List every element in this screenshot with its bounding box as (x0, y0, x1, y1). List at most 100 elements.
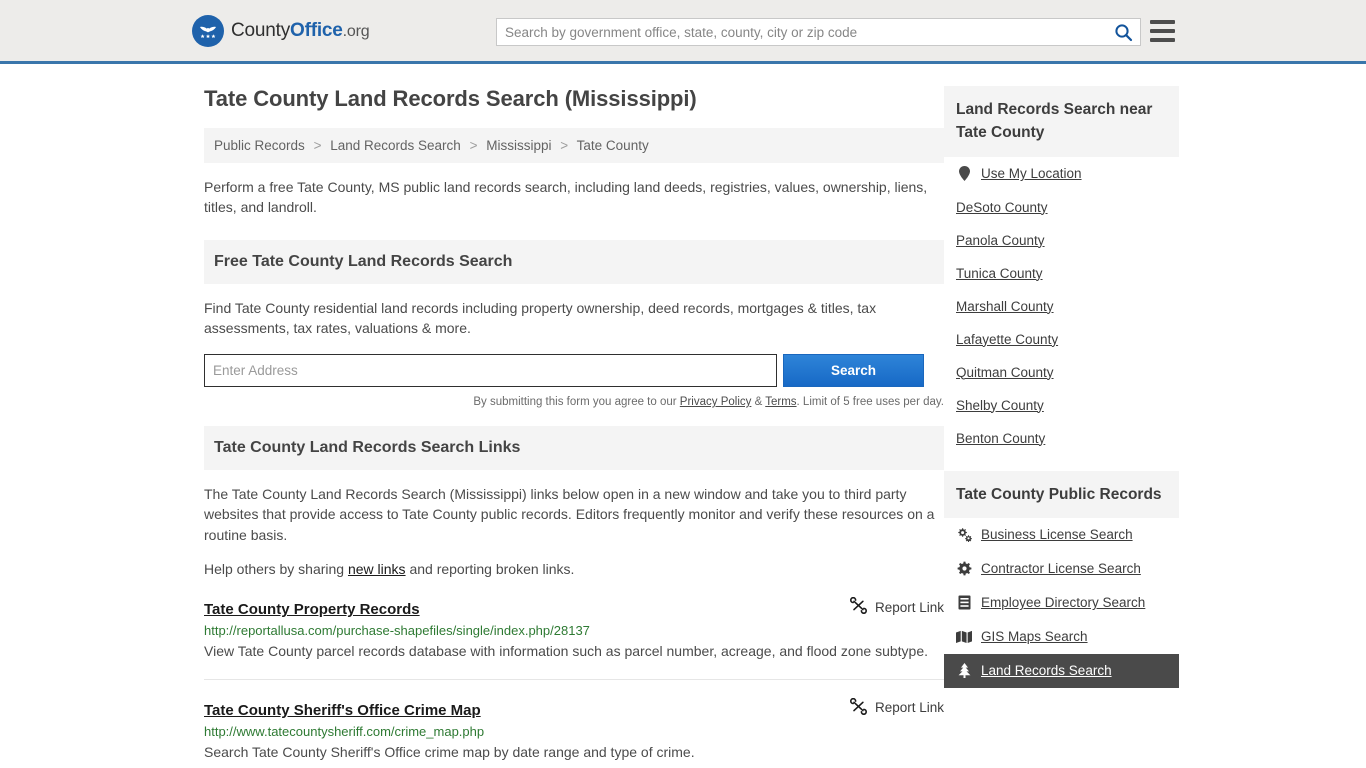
sidebar-item-label[interactable]: Employee Directory Search (981, 595, 1145, 610)
link-entry-description: View Tate County parcel records database… (204, 643, 929, 660)
sidebar-item-label[interactable]: Contractor License Search (981, 561, 1141, 576)
site-header: CountyOffice.org (0, 0, 1366, 64)
sidebar-item-label[interactable]: Benton County (956, 431, 1045, 446)
links-section-heading: Tate County Land Records Search Links (204, 426, 944, 471)
breadcrumb-item-land-records-search[interactable]: Land Records Search (330, 138, 461, 153)
eagle-shield-logo-icon (192, 14, 224, 47)
sidebar-item-lafayette-county[interactable]: Lafayette County (944, 323, 1179, 356)
sidebar-item-label[interactable]: Business License Search (981, 527, 1133, 542)
link-entry-title[interactable]: Tate County Property Records (204, 601, 420, 618)
list-card-icon (956, 595, 972, 611)
free-search-description: Find Tate County residential land record… (204, 299, 877, 336)
links-section-description: The Tate County Land Records Search (Mis… (204, 486, 935, 543)
sidebar-item-label[interactable]: Land Records Search (981, 663, 1112, 678)
sidebar-public-records-list: Business License Search Contractor Licen… (944, 518, 1179, 688)
logo-text-county: County (231, 19, 291, 41)
privacy-policy-link[interactable]: Privacy Policy (680, 396, 752, 408)
new-links-link[interactable]: new links (348, 561, 406, 577)
map-pin-icon (956, 166, 972, 182)
breadcrumb: Public Records > Land Records Search > M… (204, 128, 944, 163)
intro-paragraph: Perform a free Tate County, MS public la… (204, 179, 928, 216)
sidebar-item-label[interactable]: GIS Maps Search (981, 629, 1088, 644)
share-prefix: Help others by sharing (204, 561, 348, 578)
link-entry-url: http://reportallusa.com/purchase-shapefi… (204, 623, 590, 639)
logo-wordmark: CountyOffice.org (231, 19, 370, 42)
sidebar-item-label[interactable]: Panola County (956, 233, 1045, 248)
sidebar-item-label[interactable]: DeSoto County (956, 200, 1048, 215)
folded-map-icon (956, 629, 972, 645)
sidebar-item-desoto-county[interactable]: DeSoto County (944, 191, 1179, 224)
main-content: Tate County Land Records Search (Mississ… (204, 64, 944, 763)
disclaimer-amp: & (751, 396, 766, 409)
sidebar-item-benton-county[interactable]: Benton County (944, 422, 1179, 455)
sidebar-public-records-block: Tate County Public Records Business Lice… (944, 470, 1179, 688)
hamburger-bar (1150, 38, 1175, 42)
sidebar-item-label[interactable]: Use My Location (981, 166, 1082, 181)
report-link-button[interactable]: Report Link (849, 697, 944, 718)
logo-text-office: Office (290, 19, 343, 41)
sidebar-item-label[interactable]: Tunica County (956, 266, 1043, 281)
sidebar-item-gis-maps-search[interactable]: GIS Maps Search (944, 620, 1179, 654)
sidebar-item-employee-directory-search[interactable]: Employee Directory Search (944, 586, 1179, 620)
free-search-heading: Free Tate County Land Records Search (204, 239, 944, 284)
sidebar-item-contractor-license-search[interactable]: Contractor License Search (944, 552, 1179, 586)
breadcrumb-item-mississippi[interactable]: Mississippi (486, 138, 551, 153)
page-title: Tate County Land Records Search (Mississ… (204, 86, 697, 111)
report-link-button[interactable]: Report Link (849, 597, 944, 617)
global-search-bar[interactable] (496, 18, 1141, 46)
address-search-form: Search (204, 354, 944, 388)
broken-link-icon (849, 697, 867, 718)
link-entry-url: http://www.tatecountysheriff.com/crime_m… (204, 723, 485, 739)
disclaimer-suffix: . Limit of 5 free uses per day. (796, 396, 944, 409)
sidebar-item-quitman-county[interactable]: Quitman County (944, 356, 1179, 389)
terms-link[interactable]: Terms (765, 396, 796, 408)
sidebar: Land Records Search near Tate County Use… (944, 64, 1179, 763)
address-search-button[interactable]: Search (783, 354, 924, 388)
gears-icon (956, 527, 972, 543)
sidebar-item-tunica-county[interactable]: Tunica County (944, 257, 1179, 290)
broken-link-icon (849, 597, 867, 617)
link-entry-header: Tate County Property Records Report Link (204, 597, 944, 618)
breadcrumb-separator: > (560, 138, 569, 153)
sidebar-item-shelby-county[interactable]: Shelby County (944, 389, 1179, 422)
gear-icon (956, 561, 972, 577)
link-entry: Tate County Property Records Report Link… (204, 597, 944, 662)
search-icon[interactable] (1106, 19, 1140, 45)
breadcrumb-item-public-records[interactable]: Public Records (214, 138, 305, 153)
report-link-label: Report Link (874, 700, 944, 716)
hamburger-menu-icon[interactable] (1150, 20, 1175, 42)
search-input[interactable] (497, 19, 1106, 45)
sidebar-nearby-heading: Land Records Search near Tate County (944, 86, 1179, 157)
sidebar-item-marshall-county[interactable]: Marshall County (944, 290, 1179, 323)
breadcrumb-separator: > (313, 138, 322, 153)
entry-divider (204, 678, 944, 680)
link-entry-title[interactable]: Tate County Sheriff's Office Crime Map (204, 702, 481, 719)
breadcrumb-separator: > (469, 138, 478, 153)
sidebar-item-label[interactable]: Lafayette County (956, 332, 1058, 347)
sidebar-item-panola-county[interactable]: Panola County (944, 224, 1179, 257)
site-logo[interactable]: CountyOffice.org (192, 14, 370, 47)
address-input[interactable] (204, 354, 777, 388)
link-entry: Tate County Sheriff's Office Crime Map R… (204, 697, 944, 763)
hamburger-bar (1150, 29, 1175, 33)
sidebar-item-label[interactable]: Shelby County (956, 398, 1044, 413)
logo-text-org: .org (342, 22, 370, 40)
share-suffix: and reporting broken links. (405, 561, 575, 578)
sidebar-item-use-my-location[interactable]: Use My Location (944, 157, 1179, 191)
tree-icon (956, 663, 972, 679)
sidebar-public-records-heading: Tate County Public Records (944, 470, 1179, 518)
report-link-label: Report Link (874, 599, 944, 615)
page-body: Tate County Land Records Search (Mississ… (0, 64, 1366, 763)
sidebar-item-land-records-search[interactable]: Land Records Search (944, 653, 1179, 688)
breadcrumb-item-tate-county[interactable]: Tate County (577, 138, 649, 153)
link-entry-description: Search Tate County Sheriff's Office crim… (204, 743, 695, 760)
form-disclaimer: By submitting this form you agree to our… (204, 396, 944, 408)
sidebar-nearby-list: Use My Location DeSoto County Panola Cou… (944, 157, 1179, 455)
share-links-paragraph: Help others by sharing new links and rep… (204, 559, 944, 579)
hamburger-bar (1150, 20, 1175, 24)
sidebar-item-business-license-search[interactable]: Business License Search (944, 518, 1179, 552)
sidebar-item-label[interactable]: Quitman County (956, 365, 1054, 380)
disclaimer-prefix: By submitting this form you agree to our (473, 396, 680, 409)
link-entry-header: Tate County Sheriff's Office Crime Map R… (204, 697, 944, 719)
sidebar-item-label[interactable]: Marshall County (956, 299, 1054, 314)
